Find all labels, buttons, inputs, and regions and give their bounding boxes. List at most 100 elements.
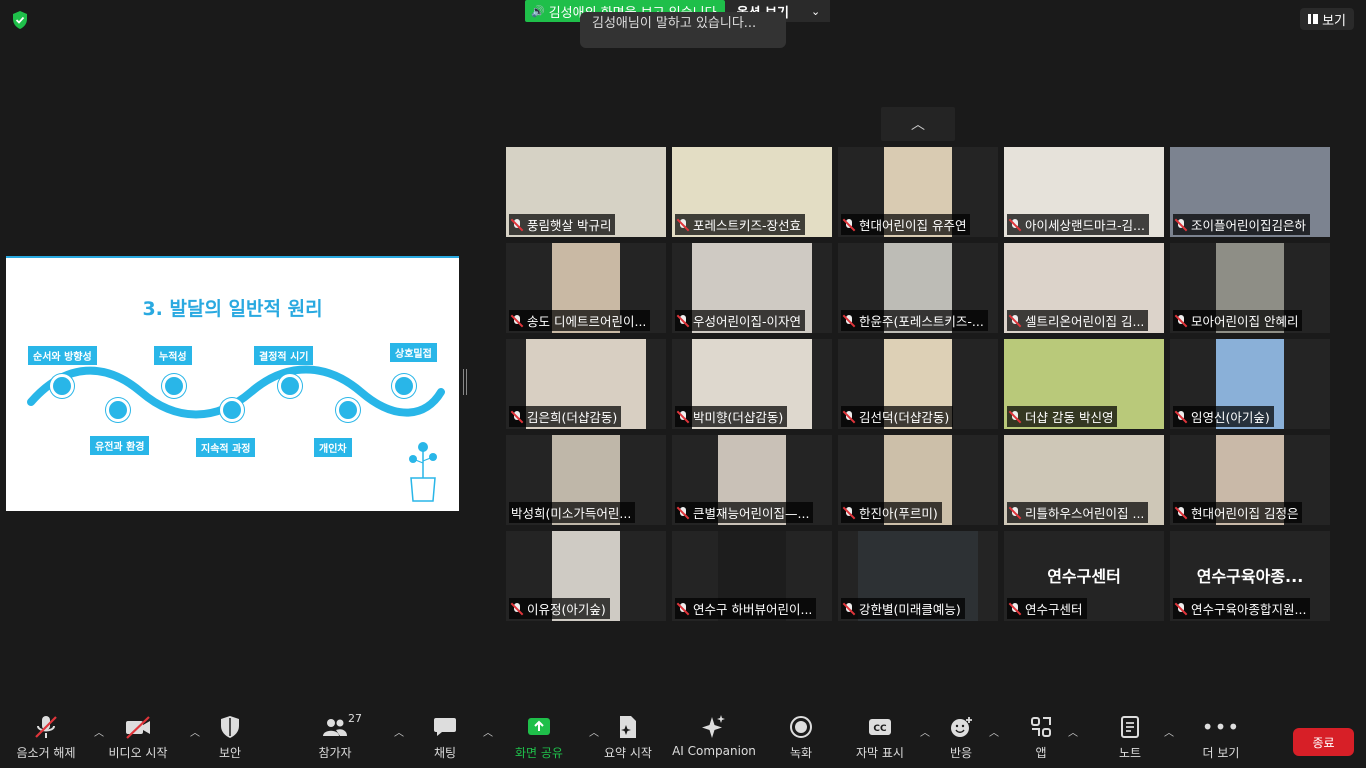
participant-name-bar: 연수구육아종합지원...	[1173, 598, 1311, 619]
shared-screen: 3. 발달의 일반적 원리 순서와 방향성 누적성 결정적 시기 상호밀접 유전…	[6, 256, 459, 511]
participant-tile[interactable]: 셀트리온어린이집 김...	[1004, 243, 1164, 333]
slide-label-top-1: 순서와 방향성	[28, 346, 97, 365]
participant-tile[interactable]: 연수구센터 연수구센터	[1004, 531, 1164, 621]
participant-tile[interactable]: 모아어린이집 안혜리	[1170, 243, 1330, 333]
mic-muted-icon	[511, 314, 523, 327]
participant-tile[interactable]: 큰별재능어린이집—...	[672, 435, 832, 525]
view-layout-label: 보기	[1322, 13, 1346, 29]
view-layout-button[interactable]: 보기	[1300, 8, 1354, 30]
mic-muted-icon	[35, 716, 57, 738]
participant-tile[interactable]: 현대어린이집 유주연	[838, 147, 998, 237]
participant-tile[interactable]: 풍림햇살 박규리	[506, 147, 666, 237]
participant-tile[interactable]: 한진아(푸르미)	[838, 435, 998, 525]
participant-tile[interactable]: 강한별(미래클예능)	[838, 531, 998, 621]
participant-name: 현대어린이집 김정은	[1191, 506, 1299, 521]
plant-illustration	[409, 442, 437, 502]
mic-muted-icon	[1175, 410, 1187, 423]
participant-name-bar: 이유정(아기숲)	[509, 598, 610, 619]
participant-tile[interactable]: 연수구육아종... 연수구육아종합지원...	[1170, 531, 1330, 621]
participant-name: 박성희(미소가득어린...	[511, 506, 632, 521]
participant-tile[interactable]: 임영신(아기숲)	[1170, 339, 1330, 429]
participant-name-bar: 한윤주(포레스트키즈-...	[841, 310, 988, 331]
participant-name-bar: 셀트리온어린이집 김...	[1007, 310, 1149, 331]
summary-icon	[620, 716, 636, 738]
participant-name-bar: 포레스트키즈-장선효	[675, 214, 806, 235]
record-label: 녹화	[789, 746, 813, 760]
chat-button[interactable]: ︿ 채팅	[422, 712, 493, 768]
share-caret[interactable]: ︿	[589, 724, 599, 739]
participant-tile[interactable]: 한윤주(포레스트키즈-...	[838, 243, 998, 333]
apps-label: 앱	[1035, 746, 1047, 760]
participant-name: 더샵 감동 박신영	[1025, 410, 1114, 425]
end-meeting-button[interactable]: 종료	[1293, 728, 1354, 756]
participant-name-bar: 김은희(더샵감동)	[509, 406, 622, 427]
ai-companion-button[interactable]: AI Companion	[672, 712, 756, 768]
participant-name-bar: 김선덕(더샵감동)	[841, 406, 954, 427]
apps-icon	[1031, 717, 1051, 737]
share-screen-button[interactable]: ︿ 화면 공유	[510, 712, 599, 768]
participant-tile[interactable]: 김선덕(더샵감동)	[838, 339, 998, 429]
unmute-button[interactable]: ︿ 음소거 해제	[12, 712, 104, 768]
security-shield-icon	[221, 716, 239, 738]
participant-tile[interactable]: 리틀하우스어린이집 ...	[1004, 435, 1164, 525]
participant-name: 연수구육아종합지원...	[1191, 602, 1307, 617]
participant-tile[interactable]: 박미향(더샵감동)	[672, 339, 832, 429]
cc-icon: CC	[869, 719, 891, 735]
ai-companion-label: AI Companion	[672, 744, 756, 758]
video-caret[interactable]: ︿	[190, 724, 200, 739]
participant-name-bar: 더샵 감동 박신영	[1007, 406, 1118, 427]
participant-name: 아이세상랜드마크-김...	[1025, 218, 1145, 233]
participant-tile[interactable]: 현대어린이집 김정은	[1170, 435, 1330, 525]
notes-button[interactable]: ︿ 노트	[1114, 712, 1174, 768]
participant-name: 한진아(푸르미)	[859, 506, 938, 521]
record-button[interactable]: 녹화	[780, 712, 822, 768]
start-summary-button[interactable]: 요약 시작	[600, 712, 656, 768]
participant-tile[interactable]: 더샵 감동 박신영	[1004, 339, 1164, 429]
participant-name-bar: 아이세상랜드마크-김...	[1007, 214, 1149, 235]
person-icon	[336, 398, 360, 422]
mic-muted-icon	[1009, 602, 1021, 615]
reactions-button[interactable]: ︿ 반응	[944, 712, 999, 768]
participant-tile[interactable]: 조이플어린이집김은하	[1170, 147, 1330, 237]
slide-label-bottom-1: 유전과 환경	[90, 436, 150, 455]
start-video-button[interactable]: ︿ 비디오 시작	[104, 712, 200, 768]
slide-label-top-3: 결정적 시기	[254, 346, 314, 365]
ai-sparkle-icon	[702, 715, 725, 738]
participant-tile[interactable]: 김은희(더샵감동)	[506, 339, 666, 429]
unmute-caret[interactable]: ︿	[94, 724, 104, 739]
captions-button[interactable]: CC ︿ 자막 표시	[852, 712, 930, 768]
participant-tile[interactable]: 아이세상랜드마크-김...	[1004, 147, 1164, 237]
participant-tile[interactable]: 연수구 하버뷰어린이...	[672, 531, 832, 621]
apps-button[interactable]: ︿ 앱	[1026, 712, 1078, 768]
apps-caret[interactable]: ︿	[1068, 724, 1078, 739]
security-label: 보안	[218, 746, 242, 760]
security-button[interactable]: 보안	[206, 712, 254, 768]
mic-muted-icon	[1175, 218, 1187, 231]
participant-tile[interactable]: 이유정(아기숲)	[506, 531, 666, 621]
chevron-up-icon: ︿	[911, 117, 925, 133]
reactions-caret[interactable]: ︿	[989, 724, 999, 739]
captions-caret[interactable]: ︿	[920, 724, 930, 739]
collapse-gallery-button[interactable]: ︿	[881, 107, 955, 141]
record-icon	[790, 716, 812, 738]
participant-tile[interactable]: 송도 디에트르어린이...	[506, 243, 666, 333]
notes-caret[interactable]: ︿	[1164, 724, 1174, 739]
split-view-handle[interactable]	[463, 369, 467, 395]
svg-text:CC: CC	[873, 724, 887, 734]
emoji-icon	[951, 717, 972, 737]
slide-label-top-2: 누적성	[154, 346, 192, 365]
more-button[interactable]: ••• 더 보기	[1196, 712, 1246, 768]
mic-muted-icon	[1175, 506, 1187, 519]
participant-tile[interactable]: 우성어린이집-이자연	[672, 243, 832, 333]
participants-caret[interactable]: ︿	[394, 724, 404, 739]
mic-muted-icon	[677, 314, 689, 327]
cycle-icon	[50, 374, 74, 398]
participant-tile[interactable]: 포레스트키즈-장선효	[672, 147, 832, 237]
participant-tile[interactable]: 박성희(미소가득어린...	[506, 435, 666, 525]
participant-name-bar: 박성희(미소가득어린...	[509, 502, 636, 523]
participants-button[interactable]: 27 ︿ 참가자	[310, 712, 404, 768]
participant-name-bar: 현대어린이집 유주연	[841, 214, 971, 235]
shield-icon[interactable]	[10, 10, 30, 30]
chat-caret[interactable]: ︿	[483, 724, 493, 739]
slide-label-bottom-2: 지속적 과정	[196, 438, 256, 457]
